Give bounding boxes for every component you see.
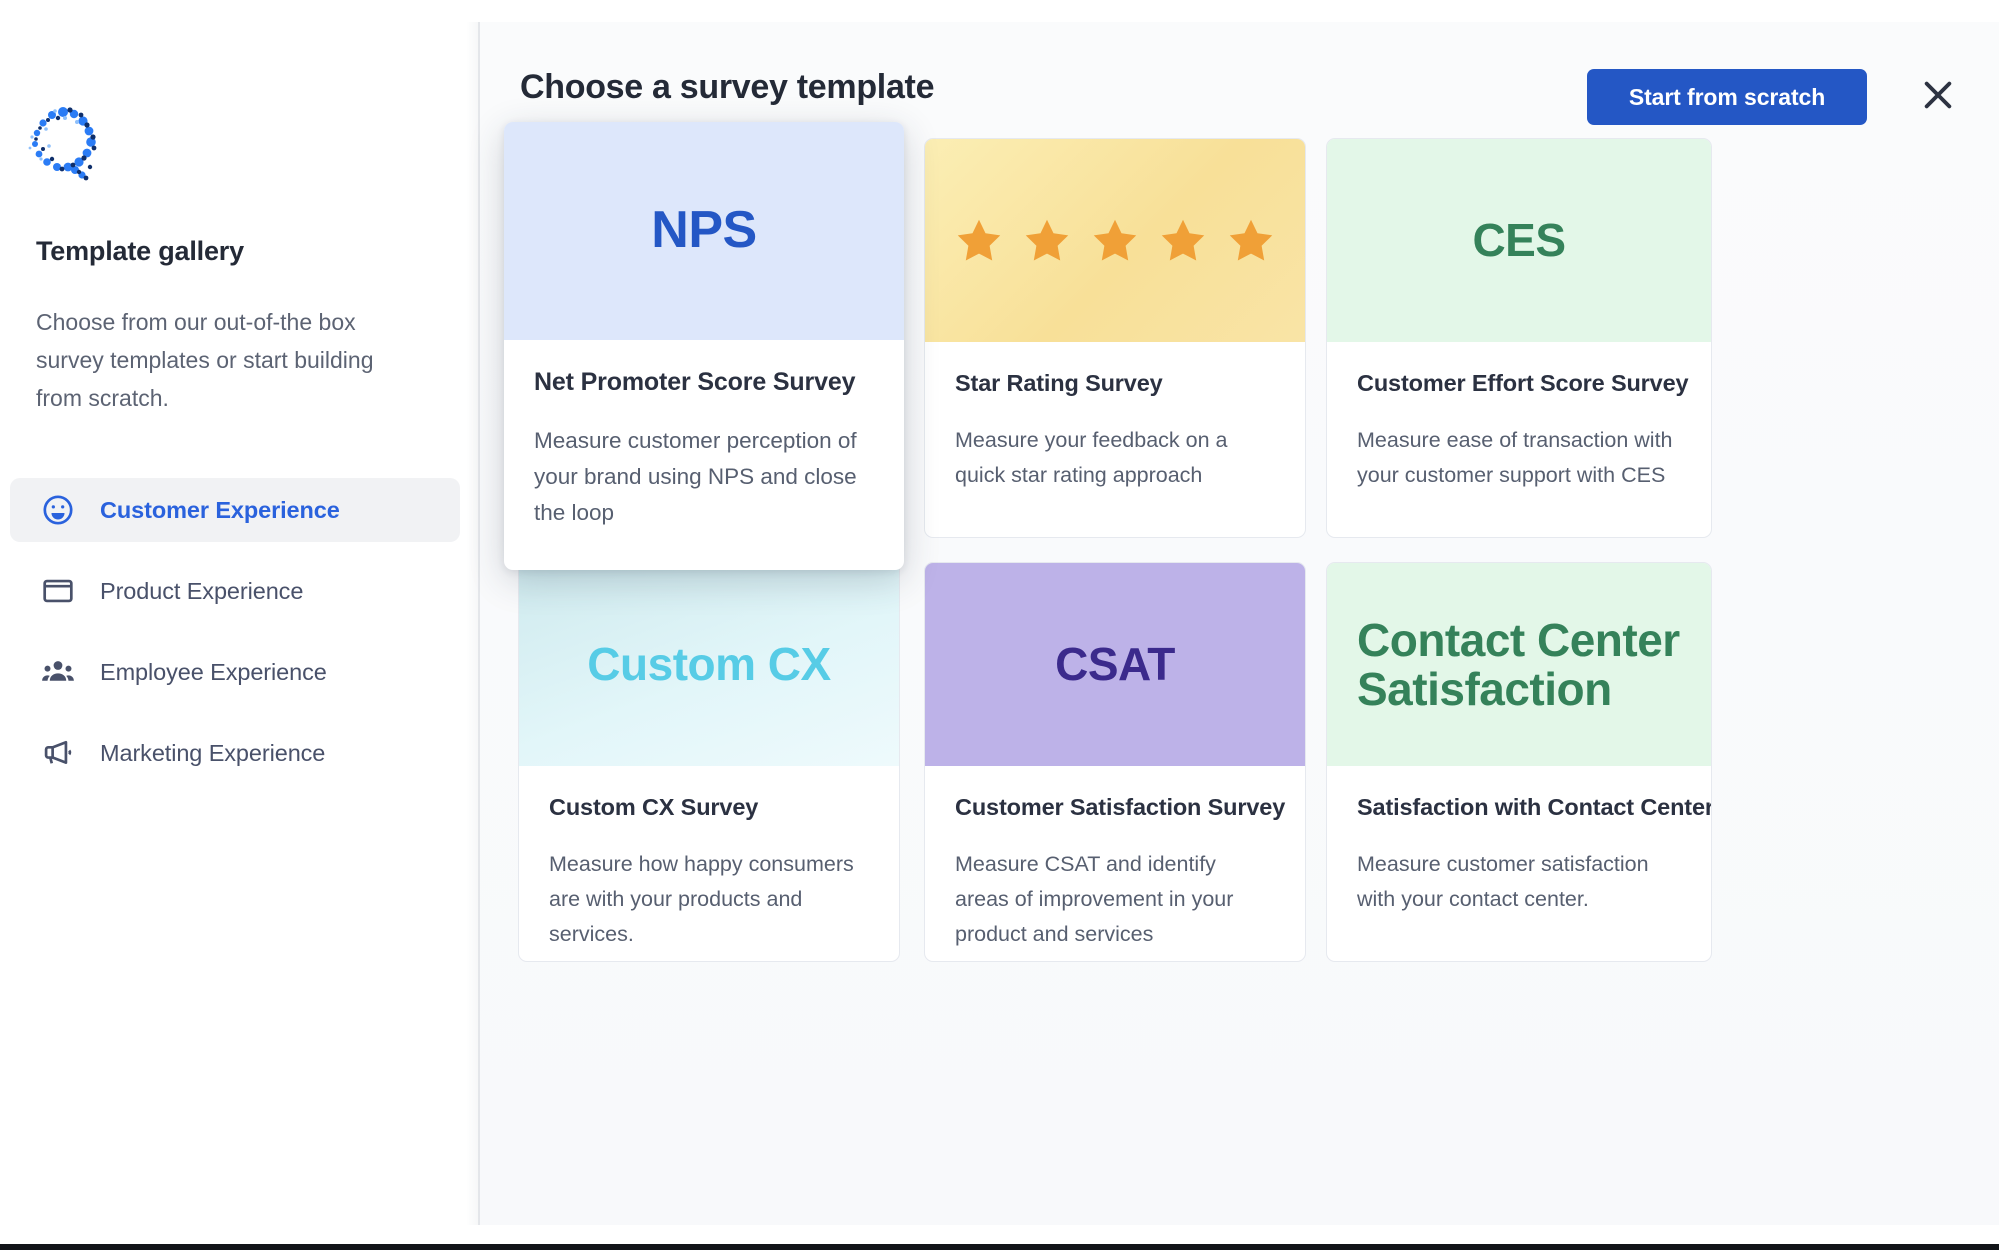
template-card-star-rating[interactable]: Star Rating Survey Measure your feedback… bbox=[924, 138, 1306, 538]
page-title: Template gallery bbox=[36, 236, 244, 266]
card-header-csat: CSAT bbox=[925, 563, 1305, 766]
card-header-contact-center: Contact Center Satisfaction bbox=[1327, 563, 1711, 766]
sidebar-description: Choose from our out-of-the box survey te… bbox=[36, 309, 374, 411]
template-card-nps[interactable]: NPS Net Promoter Score Survey Measure cu… bbox=[504, 122, 904, 570]
card-head-label: CSAT bbox=[1055, 638, 1175, 691]
sidebar-item-label: Product Experience bbox=[100, 577, 304, 604]
card-header-nps: NPS bbox=[504, 122, 904, 340]
card-body: Net Promoter Score Survey Measure custom… bbox=[504, 340, 904, 531]
window-icon bbox=[38, 571, 78, 611]
sidebar: Template gallery Choose from our out-of-… bbox=[0, 0, 478, 1250]
sidebar-item-label: Customer Experience bbox=[100, 496, 340, 523]
sidebar-item-employee-experience[interactable]: Employee Experience bbox=[10, 640, 460, 704]
bottom-divider bbox=[0, 1244, 1999, 1250]
qualtrics-q-logo-icon bbox=[27, 104, 99, 182]
panel-header: Choose a survey template Start from scra… bbox=[480, 22, 1999, 130]
sidebar-nav: Customer Experience Product Experience E… bbox=[10, 478, 460, 802]
card-body: Custom CX Survey Measure how happy consu… bbox=[519, 766, 899, 952]
start-from-scratch-button[interactable]: Start from scratch bbox=[1587, 69, 1867, 125]
sidebar-item-product-experience[interactable]: Product Experience bbox=[10, 559, 460, 623]
card-description: Measure ease of transaction with your cu… bbox=[1357, 428, 1673, 487]
card-description: Measure CSAT and identify areas of impro… bbox=[955, 852, 1234, 946]
card-title: Net Promoter Score Survey bbox=[534, 368, 856, 396]
template-card-grid: NPS Net Promoter Score Survey Measure cu… bbox=[504, 122, 1999, 1222]
template-gallery-screen: Template gallery Choose from our out-of-… bbox=[0, 0, 1999, 1250]
card-description: Measure customer satisfaction with your … bbox=[1357, 852, 1649, 911]
smiley-face-icon bbox=[38, 490, 78, 530]
card-title: Customer Satisfaction Survey bbox=[955, 794, 1286, 820]
card-head-label: Contact Center Satisfaction bbox=[1357, 613, 1680, 715]
card-body: Star Rating Survey Measure your feedback… bbox=[925, 342, 1305, 493]
sidebar-item-label: Marketing Experience bbox=[100, 739, 326, 766]
sidebar-item-label: Employee Experience bbox=[100, 658, 327, 685]
card-title: Customer Effort Score Survey bbox=[1357, 370, 1689, 396]
card-body: Satisfaction with Contact Center Measure… bbox=[1327, 766, 1711, 917]
card-title: Satisfaction with Contact Center bbox=[1357, 794, 1712, 820]
card-header-star-rating bbox=[925, 139, 1305, 342]
sidebar-item-customer-experience[interactable]: Customer Experience bbox=[10, 478, 460, 542]
card-title: Custom CX Survey bbox=[549, 794, 759, 820]
template-panel: Choose a survey template Start from scra… bbox=[466, 22, 1999, 1225]
template-card-custom-cx[interactable]: Custom CX Custom CX Survey Measure how h… bbox=[518, 562, 900, 962]
card-header-ces: CES bbox=[1327, 139, 1711, 342]
card-head-label: Custom CX bbox=[587, 638, 831, 691]
card-description: Measure customer perception of your bran… bbox=[534, 428, 857, 525]
close-button[interactable] bbox=[1907, 65, 1969, 127]
people-group-icon bbox=[38, 652, 78, 692]
card-head-label: CES bbox=[1472, 214, 1566, 267]
panel-title: Choose a survey template bbox=[520, 68, 935, 106]
card-head-label: NPS bbox=[651, 201, 757, 260]
megaphone-icon bbox=[38, 733, 78, 773]
template-card-csat[interactable]: CSAT Customer Satisfaction Survey Measur… bbox=[924, 562, 1306, 962]
sidebar-item-marketing-experience[interactable]: Marketing Experience bbox=[10, 721, 460, 785]
template-card-ces[interactable]: CES Customer Effort Score Survey Measure… bbox=[1326, 138, 1712, 538]
card-body: Customer Effort Score Survey Measure eas… bbox=[1327, 342, 1711, 493]
card-title: Star Rating Survey bbox=[955, 370, 1163, 396]
close-x-icon bbox=[1918, 75, 1958, 118]
five-stars-icon bbox=[953, 215, 1277, 267]
card-body: Customer Satisfaction Survey Measure CSA… bbox=[925, 766, 1305, 952]
template-card-contact-center[interactable]: Contact Center Satisfaction Satisfaction… bbox=[1326, 562, 1712, 962]
card-description: Measure how happy consumers are with you… bbox=[549, 852, 854, 946]
card-description: Measure your feedback on a quick star ra… bbox=[955, 428, 1228, 487]
card-header-custom-cx: Custom CX bbox=[519, 563, 899, 766]
